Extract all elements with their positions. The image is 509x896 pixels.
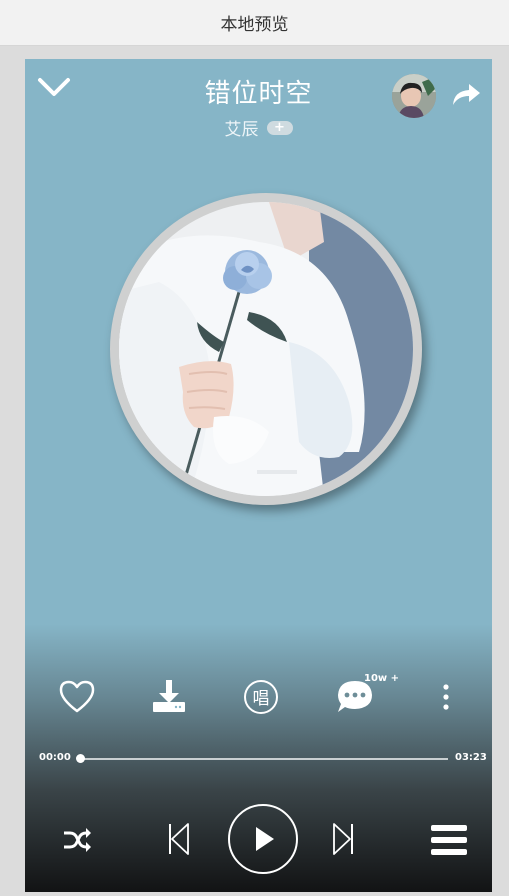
progress-bar: 00:00 03:23 [25,749,492,769]
window-title-bar: 本地预览 [0,0,509,46]
more-vertical-icon[interactable] [426,677,466,717]
playlist-icon[interactable] [431,824,467,856]
karaoke-label: 唱 [253,689,270,709]
comment-count-badge: 10w + [364,673,400,684]
shuffle-icon[interactable] [62,825,92,855]
player-screen: 错位时空 艾辰 + 唱 10w + 00:00 03:23 [25,59,492,892]
album-disc [110,193,422,505]
avatar[interactable] [392,74,436,118]
playback-controls [25,799,492,879]
current-time: 00:00 [39,752,71,763]
progress-track[interactable] [80,758,448,760]
download-icon[interactable] [149,677,189,717]
artist-row: 艾辰 + [25,115,492,140]
heart-icon[interactable] [57,677,97,717]
progress-knob[interactable] [75,754,85,763]
artist-name[interactable]: 艾辰 [225,115,259,140]
album-cover [119,202,413,496]
follow-button[interactable]: + [266,120,293,135]
play-icon[interactable] [227,803,299,875]
skip-previous-icon[interactable] [167,821,191,857]
total-time: 03:23 [455,752,487,763]
window-title: 本地预览 [220,15,289,35]
sing-icon[interactable]: 唱 [241,677,281,717]
skip-next-icon[interactable] [331,821,355,857]
share-arrow-icon[interactable] [450,81,482,109]
action-row: 唱 [25,677,492,717]
